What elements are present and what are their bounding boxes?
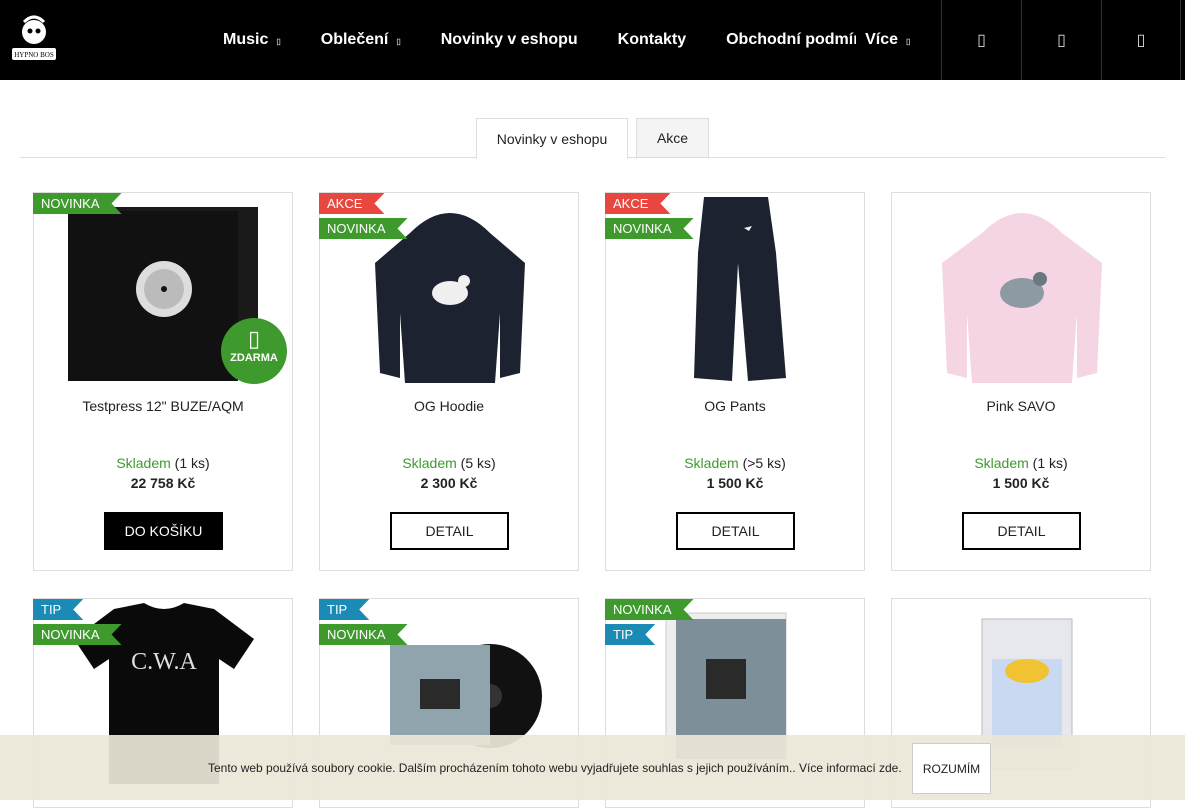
nav-item-vice[interactable]: Více ▯ xyxy=(865,31,910,49)
site-logo[interactable]: HYPNO BOS xyxy=(6,12,62,68)
flag-label: AKCE xyxy=(327,196,363,211)
product-price: 1 500 Kč xyxy=(706,475,764,491)
nav-item-obleceni[interactable]: Oblečení ▯ xyxy=(321,31,401,49)
nav-item-label: Novinky v eshopu xyxy=(440,31,578,48)
nav-item-label: Více xyxy=(865,31,899,48)
stock-label: Skladem xyxy=(974,455,1029,471)
flag-novinka: NOVINKA xyxy=(319,218,408,239)
flag-novinka: NOVINKA xyxy=(605,599,694,620)
flag-novinka: NOVINKA xyxy=(319,624,408,645)
nav-item-obchodni-podminky[interactable]: Obchodní podmínky xyxy=(726,31,856,49)
nav-item-label: Kontakty xyxy=(617,31,687,48)
product-card[interactable]: NOVINKA ▯ ZDARMA Testpress 12" BUZE/AQM … xyxy=(33,192,293,571)
nav-item-kontakty[interactable]: Kontakty xyxy=(618,31,686,49)
tab-label: Novinky v eshopu xyxy=(496,130,608,147)
truck-icon: ▯ xyxy=(247,326,261,351)
stock-qty: (1 ks) xyxy=(1032,455,1068,471)
dropdown-icon: ▯ xyxy=(276,36,281,46)
product-name[interactable]: OG Hoodie xyxy=(320,398,578,414)
product-price: 2 300 Kč xyxy=(420,475,478,491)
stock-status: Skladem (5 ks) xyxy=(320,455,578,471)
product-name[interactable]: Pink SAVO xyxy=(892,398,1150,414)
product-name[interactable]: OG Pants xyxy=(606,398,864,414)
free-shipping-label: ZDARMA xyxy=(230,352,278,364)
detail-button[interactable]: DETAIL xyxy=(676,512,795,550)
flag-label: AKCE xyxy=(613,196,649,211)
flag-label: NOVINKA xyxy=(327,627,386,642)
cart-button[interactable]: ▯ xyxy=(1101,0,1181,80)
dropdown-icon: ▯ xyxy=(906,36,911,46)
flag-label: NOVINKA xyxy=(613,221,672,236)
stock-label: Skladem xyxy=(402,455,457,471)
stock-label: Skladem xyxy=(116,455,171,471)
flag-label: NOVINKA xyxy=(613,602,672,617)
nav-item-novinky[interactable]: Novinky v eshopu xyxy=(441,31,578,49)
stock-qty: (>5 ks) xyxy=(742,455,786,471)
stock-status: Skladem (1 ks) xyxy=(34,455,292,471)
add-to-cart-button[interactable]: DO KOŠÍKU xyxy=(104,512,223,550)
flag-label: NOVINKA xyxy=(41,627,100,642)
logo-text: HYPNO BOS xyxy=(14,51,54,59)
stock-label: Skladem xyxy=(684,455,739,471)
cart-icon: ▯ xyxy=(1136,32,1146,49)
flag-label: TIP xyxy=(41,602,62,617)
scrollbar-gutter xyxy=(1185,0,1200,800)
dropdown-icon: ▯ xyxy=(396,36,401,46)
nav-item-label: Obchodní podmínky xyxy=(726,31,856,48)
product-price: 1 500 Kč xyxy=(992,475,1050,491)
nav-item-label: Music xyxy=(223,31,269,48)
account-button[interactable]: ▯ xyxy=(1021,0,1101,80)
stock-status: Skladem (1 ks) xyxy=(892,455,1150,471)
site-header: HYPNO BOS Music ▯ Oblečení ▯ Novinky v esh… xyxy=(0,0,1185,80)
product-name[interactable]: Testpress 12" BUZE/AQM xyxy=(34,398,292,414)
nav-item-music[interactable]: Music ▯ xyxy=(223,31,281,49)
detail-button[interactable]: DETAIL xyxy=(390,512,509,550)
tab-label: Akce xyxy=(656,130,689,146)
cookie-bar: Tento web používá soubory cookie. Dalším… xyxy=(0,735,1185,800)
user-icon: ▯ xyxy=(1057,32,1066,49)
product-card[interactable]: Pink SAVO Skladem (1 ks) 1 500 Kč DETAIL xyxy=(891,192,1151,571)
stock-qty: (1 ks) xyxy=(174,455,210,471)
flag-label: TIP xyxy=(613,627,634,642)
cookie-text: Tento web používá soubory cookie. Dalším… xyxy=(208,761,902,775)
nav-item-label: Oblečení xyxy=(320,31,389,48)
product-image[interactable] xyxy=(922,193,1122,385)
stock-status: Skladem (>5 ks) xyxy=(606,455,864,471)
product-card[interactable]: AKCE NOVINKA OG Hoodie Skladem (5 ks) 2 … xyxy=(319,192,579,571)
flag-novinka: NOVINKA xyxy=(33,193,122,214)
flag-novinka: NOVINKA xyxy=(605,218,694,239)
flag-label: NOVINKA xyxy=(327,221,386,236)
search-icon: ▯ xyxy=(977,32,986,49)
detail-button[interactable]: DETAIL xyxy=(962,512,1081,550)
product-price: 22 758 Kč xyxy=(130,475,196,491)
accept-cookies-button[interactable]: ROZUMÍM xyxy=(912,743,991,794)
flag-novinka: NOVINKA xyxy=(33,624,122,645)
free-shipping-badge: ▯ ZDARMA xyxy=(221,318,287,384)
search-button[interactable]: ▯ xyxy=(941,0,1021,80)
flag-label: NOVINKA xyxy=(41,196,100,211)
flag-label: TIP xyxy=(327,602,348,617)
stock-qty: (5 ks) xyxy=(460,455,496,471)
tab-novinky[interactable]: Novinky v eshopu xyxy=(476,118,628,159)
tab-akce[interactable]: Akce xyxy=(636,118,709,158)
main-nav: Music ▯ Oblečení ▯ Novinky v eshopu Kontak… xyxy=(223,0,950,80)
svg-text:C.W.A: C.W.A xyxy=(131,649,197,675)
product-card[interactable]: AKCE NOVINKA OG Pants Skladem (>5 ks) 1 … xyxy=(605,192,865,571)
